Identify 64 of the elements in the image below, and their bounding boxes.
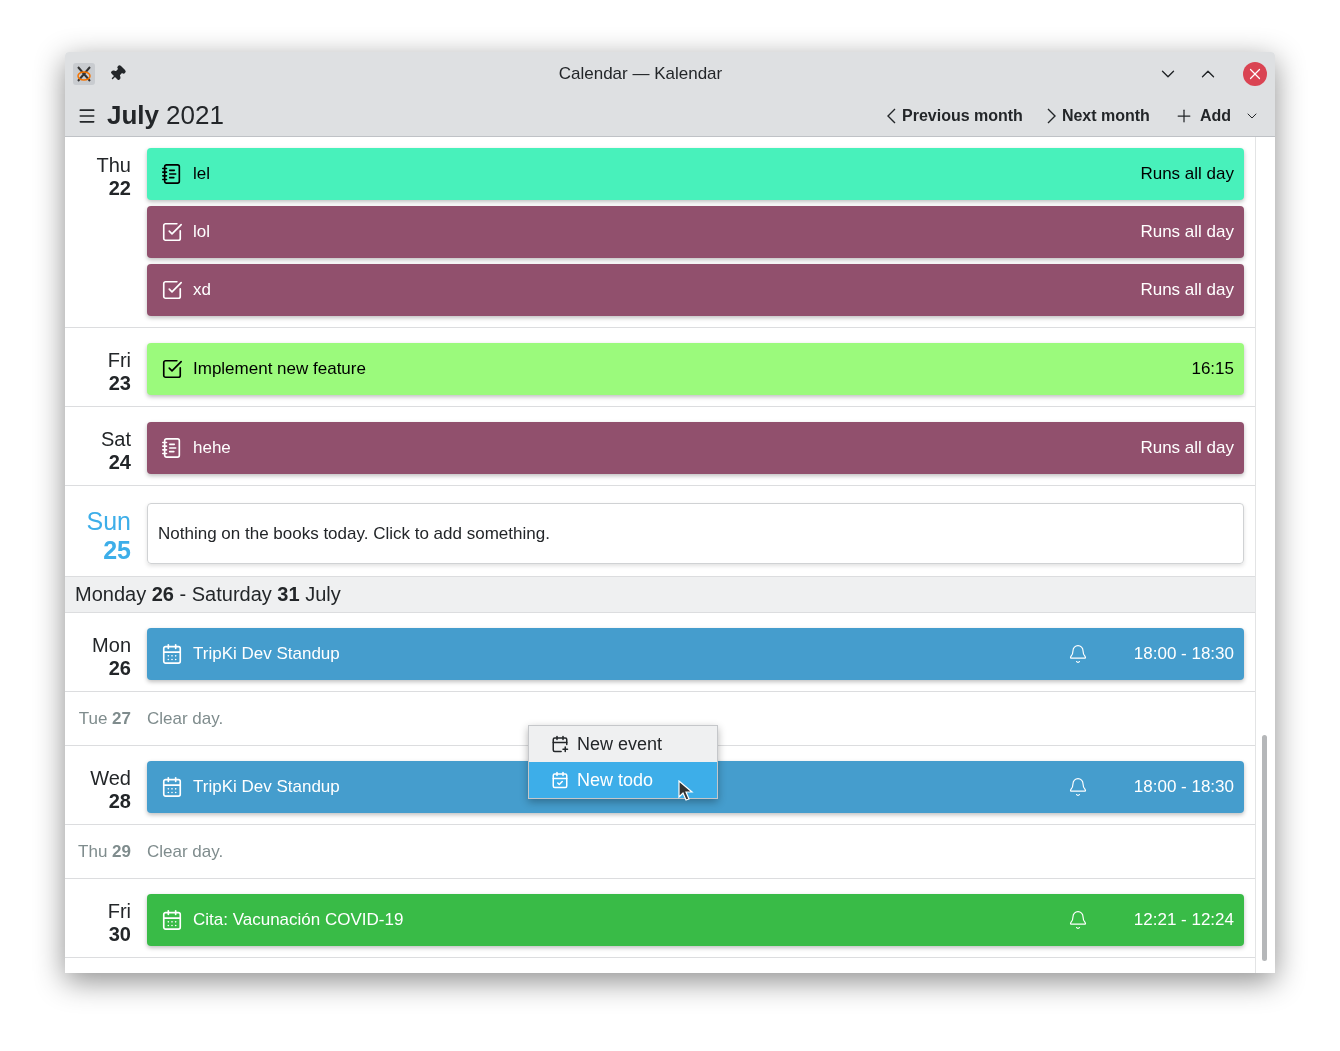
calendar-icon — [161, 643, 183, 665]
date-label: 30 — [108, 923, 131, 946]
event-time: 18:00 - 18:30 — [1133, 644, 1234, 664]
calendar-plus-icon — [551, 735, 569, 753]
calendar-icon — [161, 909, 183, 931]
window-title: Calendar — Kalendar — [557, 63, 724, 84]
notebook-icon — [161, 437, 183, 459]
event-time: 16:15 — [1191, 359, 1234, 379]
notebook-icon — [161, 163, 183, 185]
close-button[interactable] — [1243, 61, 1267, 86]
event-time: Runs all day — [1140, 222, 1234, 242]
toolbar-button[interactable]: Add — [1165, 101, 1239, 130]
year-title: 2021 — [166, 100, 225, 131]
clear-day-note: Clear day. — [147, 841, 224, 862]
event-title: lol — [193, 222, 210, 242]
event-card[interactable]: hehe Runs all day — [147, 422, 1244, 474]
event-title: hehe — [193, 438, 231, 458]
event-card[interactable]: lol Runs all day — [147, 206, 1244, 258]
empty-day-card[interactable]: Nothing on the books today. Click to add something. — [147, 503, 1244, 564]
weekday-label: Wed — [90, 767, 131, 790]
event-title: TripKi Dev Standup — [193, 777, 340, 797]
event-title: lel — [193, 164, 210, 184]
event-time: 18:00 - 18:30 — [1133, 777, 1234, 797]
mouse-cursor-icon — [678, 780, 694, 802]
event-title: Implement new feature — [193, 359, 366, 379]
event-card[interactable]: Implement new feature 16:15 — [147, 343, 1244, 395]
checkbox-icon — [161, 221, 183, 243]
event-time: Runs all day — [1140, 280, 1234, 300]
date-label: 28 — [108, 790, 131, 813]
weekday-label: Mon — [92, 634, 131, 657]
calendar-icon — [161, 776, 183, 798]
scrollbar[interactable] — [1262, 735, 1267, 961]
app-icon — [73, 62, 95, 85]
weekday-label: Fri — [107, 900, 131, 923]
checkbox-icon — [161, 358, 183, 380]
chevron-left-icon — [887, 107, 896, 124]
event-card[interactable]: xd Runs all day — [147, 264, 1244, 316]
event-time: Runs all day — [1140, 164, 1234, 184]
date-label: 25 — [103, 536, 131, 565]
weekday-label: Sun — [86, 507, 131, 536]
event-title: xd — [193, 280, 211, 300]
calendar-check-icon — [551, 771, 569, 789]
weekday-label: Fri — [107, 349, 131, 372]
day-label: Tue 27 — [77, 708, 132, 729]
event-card[interactable]: lel Runs all day — [147, 148, 1244, 200]
event-title: TripKi Dev Standup — [193, 644, 340, 664]
menu-item[interactable]: New event — [529, 726, 717, 762]
date-label: 26 — [108, 657, 131, 680]
clear-day-note: Clear day. — [147, 708, 224, 729]
date-label: 22 — [108, 177, 131, 200]
event-time: 12:21 - 12:24 — [1133, 910, 1234, 930]
day-label: Thu 29 — [77, 841, 132, 862]
toolbar-button[interactable]: Next month — [1038, 102, 1158, 129]
event-time: Runs all day — [1140, 438, 1234, 458]
toolbar-button[interactable]: Previous month — [879, 102, 1031, 129]
checkbox-icon — [161, 279, 183, 301]
weekday-label: Thu — [96, 154, 131, 177]
date-label: 24 — [108, 451, 131, 474]
date-label: 23 — [108, 372, 131, 395]
week-header: Monday 26 - Saturday 31 July — [65, 577, 1255, 613]
month-title: July — [107, 100, 160, 131]
weekday-label: Sat — [100, 428, 131, 451]
chevron-right-icon — [1046, 107, 1056, 124]
event-title: Cita: Vacunación COVID-19 — [193, 910, 404, 930]
